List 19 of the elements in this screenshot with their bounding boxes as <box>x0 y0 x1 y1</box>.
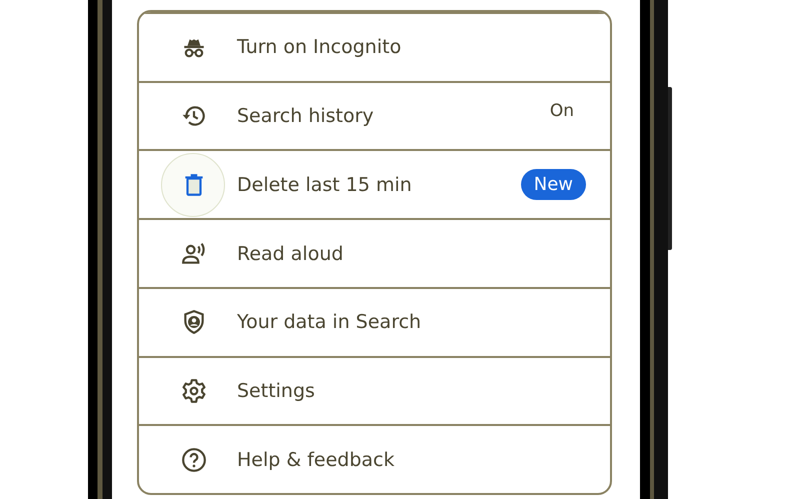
menu-item[interactable]: Your data in Search <box>139 286 610 356</box>
menu-item-label: Your data in Search <box>237 311 422 334</box>
menu-item[interactable]: Delete last 15 min New <box>139 149 610 218</box>
menu-item[interactable]: Settings <box>139 356 610 424</box>
menu-item[interactable]: Read aloud <box>139 218 610 287</box>
new-badge: New <box>520 169 586 200</box>
menu-item-label: Delete last 15 min <box>237 174 413 196</box>
menu-item-label: Help & feedback <box>237 448 396 471</box>
menu-item[interactable]: Help & feedback <box>139 424 610 493</box>
menu-item-label: Settings <box>237 380 316 402</box>
menu-item[interactable]: Search history On <box>139 80 610 150</box>
menu-item-label: Search history <box>237 105 375 128</box>
status-text: On <box>550 101 574 122</box>
settings-icon <box>181 378 207 404</box>
help-icon <box>181 446 207 473</box>
menu-item-label: Read aloud <box>237 242 344 265</box>
menu-item-label: Turn on Incognito <box>237 36 402 58</box>
menu-item[interactable]: Turn on Incognito <box>139 12 610 81</box>
person-speaking-icon <box>181 240 207 267</box>
